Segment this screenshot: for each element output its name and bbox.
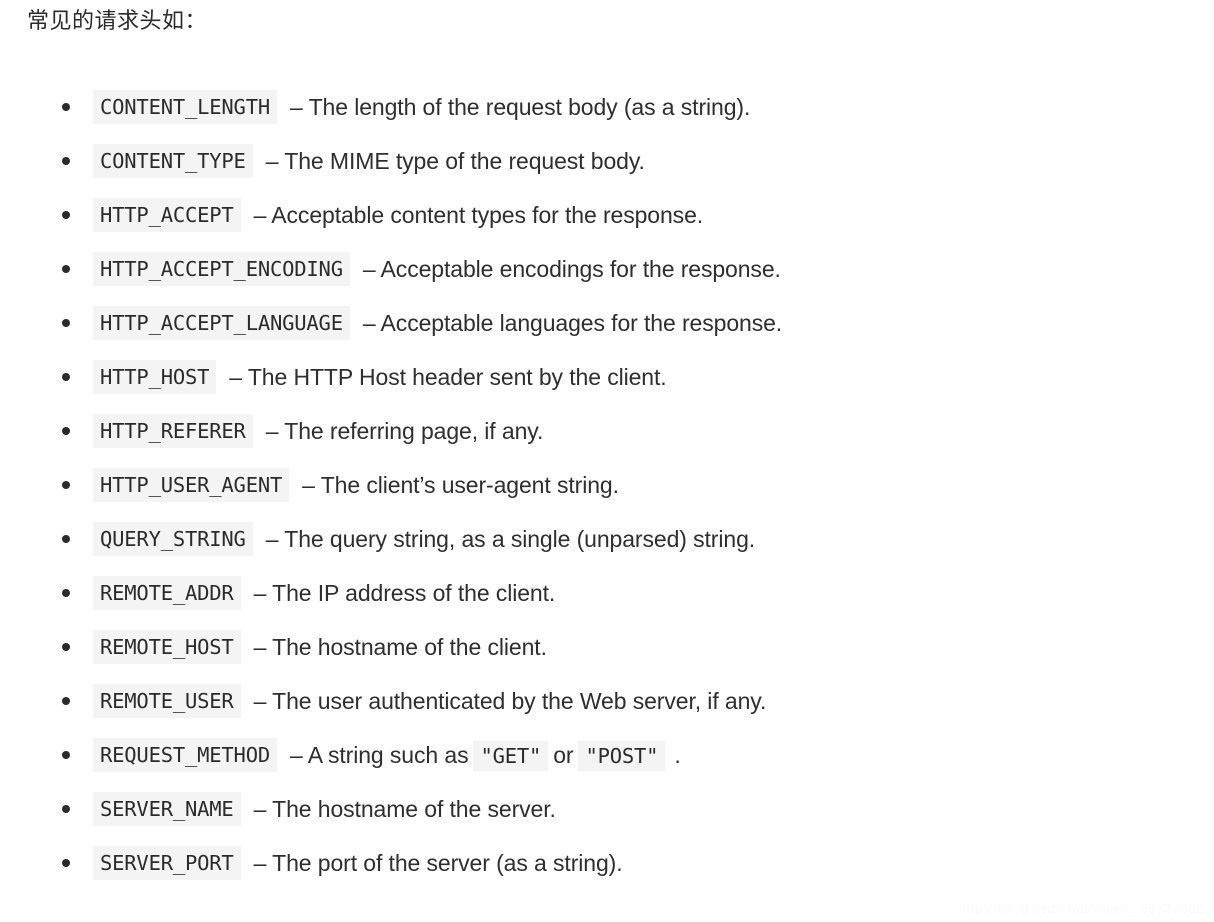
list-item: HTTP_ACCEPT_LANGUAGE – Acceptable langua… — [0, 296, 1214, 350]
list-item: HTTP_REFERER – The referring page, if an… — [0, 404, 1214, 458]
header-description: – The query string, as a single (unparse… — [265, 526, 756, 552]
header-name-code: CONTENT_TYPE — [93, 144, 253, 178]
header-name-code: REQUEST_METHOD — [93, 738, 277, 772]
list-item: REMOTE_USER – The user authenticated by … — [0, 674, 1214, 728]
header-description: – The hostname of the server. — [253, 796, 556, 822]
bullet-icon — [62, 103, 70, 111]
description-text-pre: – A string such as — [290, 742, 469, 768]
header-description: – The MIME type of the request body. — [265, 148, 645, 174]
bullet-icon — [62, 427, 70, 435]
bullet-icon — [62, 373, 70, 381]
bullet-icon — [62, 643, 70, 651]
header-name-code: REMOTE_HOST — [93, 630, 241, 664]
header-description: – The user authenticated by the Web serv… — [253, 688, 767, 714]
section-heading: 常见的请求头如： — [27, 8, 208, 33]
list-item: CONTENT_TYPE – The MIME type of the requ… — [0, 134, 1214, 188]
header-description: – The port of the server (as a string). — [253, 850, 623, 876]
header-name-code: REMOTE_USER — [93, 684, 241, 718]
description-text-post: . — [674, 742, 681, 768]
header-name-code: CONTENT_LENGTH — [93, 90, 277, 124]
bullet-icon — [62, 697, 70, 705]
header-name-code: QUERY_STRING — [93, 522, 253, 556]
list-item: HTTP_HOST – The HTTP Host header sent by… — [0, 350, 1214, 404]
header-description: – The hostname of the client. — [253, 634, 547, 660]
list-item: QUERY_STRING – The query string, as a si… — [0, 512, 1214, 566]
header-name-code: HTTP_ACCEPT — [93, 198, 241, 232]
bullet-icon — [62, 805, 70, 813]
bullet-icon — [62, 211, 70, 219]
list-item: HTTP_ACCEPT_ENCODING – Acceptable encodi… — [0, 242, 1214, 296]
header-description: – Acceptable languages for the response. — [362, 310, 783, 336]
header-name-code: HTTP_ACCEPT_LANGUAGE — [93, 306, 350, 340]
header-description: – The IP address of the client. — [253, 580, 556, 606]
bullet-icon — [62, 589, 70, 597]
header-name-code: SERVER_PORT — [93, 846, 241, 880]
header-description: – The referring page, if any. — [265, 418, 544, 444]
header-description: – The HTTP Host header sent by the clien… — [229, 364, 667, 390]
list-item: HTTP_ACCEPT – Acceptable content types f… — [0, 188, 1214, 242]
header-name-code: HTTP_REFERER — [93, 414, 253, 448]
list-item: HTTP_USER_AGENT – The client’s user-agen… — [0, 458, 1214, 512]
list-item: CONTENT_LENGTH – The length of the reque… — [0, 80, 1214, 134]
bullet-icon — [62, 265, 70, 273]
list-item: REQUEST_METHOD – A string such as "GET" or… — [0, 728, 1214, 782]
header-description: – Acceptable content types for the respo… — [253, 202, 704, 228]
header-description: – The client’s user-agent string. — [302, 472, 619, 498]
method-post-code: "POST" — [578, 741, 666, 771]
list-item: SERVER_NAME – The hostname of the server… — [0, 782, 1214, 836]
header-description: – Acceptable encodings for the response. — [362, 256, 781, 282]
bullet-icon — [62, 751, 70, 759]
header-name-code: HTTP_ACCEPT_ENCODING — [93, 252, 350, 286]
article-content: 常见的请求头如： CONTENT_LENGTH – The length of … — [0, 0, 1214, 922]
description-text-mid: or — [553, 742, 574, 768]
method-get-code: "GET" — [473, 741, 549, 771]
bullet-icon — [62, 157, 70, 165]
bullet-icon — [62, 481, 70, 489]
watermark: https://blog.csdn.net/weixin_39737802 — [958, 900, 1204, 916]
cgi-header-list: CONTENT_LENGTH – The length of the reque… — [0, 80, 1214, 890]
bullet-icon — [62, 319, 70, 327]
bullet-icon — [62, 859, 70, 867]
header-name-code: HTTP_USER_AGENT — [93, 468, 290, 502]
header-description: – The length of the request body (as a s… — [290, 94, 751, 120]
header-name-code: HTTP_HOST — [93, 360, 217, 394]
list-item: SERVER_PORT – The port of the server (as… — [0, 836, 1214, 890]
header-description: – A string such as "GET" or "POST". — [290, 738, 681, 772]
bullet-icon — [62, 535, 70, 543]
header-name-code: SERVER_NAME — [93, 792, 241, 826]
list-item: REMOTE_ADDR – The IP address of the clie… — [0, 566, 1214, 620]
list-item: REMOTE_HOST – The hostname of the client… — [0, 620, 1214, 674]
header-name-code: REMOTE_ADDR — [93, 576, 241, 610]
